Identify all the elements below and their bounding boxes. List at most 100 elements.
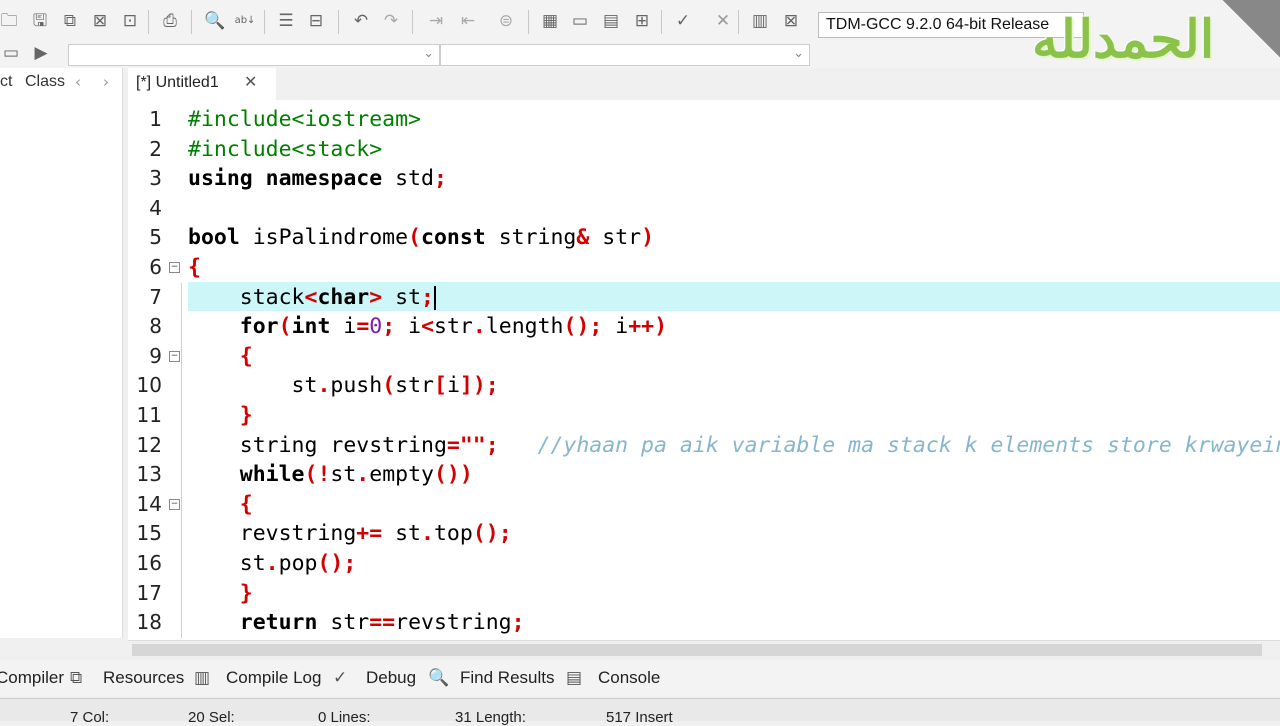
- code-token: str: [589, 225, 642, 251]
- line-number: 5: [149, 225, 162, 250]
- code-line[interactable]: using namespace std;: [188, 164, 447, 193]
- fold-toggle-icon[interactable]: −: [169, 262, 180, 273]
- line-number: 12: [136, 432, 162, 457]
- line-number: 4: [149, 195, 162, 220]
- tab-compiler[interactable]: Compiler: [0, 668, 64, 688]
- debug-icon[interactable]: ⊠: [780, 10, 802, 32]
- code-line[interactable]: st.push(str[i]);: [188, 371, 499, 400]
- line-number: 13: [136, 462, 162, 487]
- code-line[interactable]: {: [188, 342, 253, 371]
- code-token: ]);: [459, 373, 499, 399]
- status-line: 7 Col:: [70, 709, 110, 726]
- code-token: {: [239, 343, 253, 369]
- code-line[interactable]: }: [188, 401, 253, 430]
- undo-icon[interactable]: ↶: [350, 10, 372, 32]
- project-icon[interactable]: ▭: [0, 42, 22, 64]
- code-line[interactable]: st.pop();: [188, 549, 357, 578]
- code-line[interactable]: return str==revstring;: [188, 608, 525, 637]
- code-line[interactable]: #include<stack>: [188, 135, 382, 164]
- line-number: 8: [149, 314, 162, 339]
- code-line[interactable]: string revstring=""; //yhaan pa aik vari…: [188, 431, 1280, 460]
- close-icon[interactable]: ✕: [244, 72, 257, 91]
- line-number: 2: [149, 136, 162, 161]
- tab-debug[interactable]: Debug: [366, 668, 416, 688]
- code-editor[interactable]: 1 #include<iostream> 2 #include<stack> 3 usin…: [128, 100, 1280, 640]
- find-icon[interactable]: 🔍: [204, 10, 226, 32]
- open-icon[interactable]: 🗀: [0, 10, 20, 32]
- code-line[interactable]: for(int i=0; i<str.length(); i++): [188, 312, 667, 341]
- code-line[interactable]: #include<iostream>: [188, 105, 421, 134]
- code-token: str: [317, 610, 370, 636]
- layout3-icon[interactable]: ▤: [600, 10, 622, 32]
- code-token: (!: [304, 462, 331, 488]
- chevron-right-icon[interactable]: ›: [103, 73, 109, 91]
- fold-toggle-icon[interactable]: −: [169, 350, 180, 362]
- code-token: (: [278, 314, 292, 340]
- close-icon[interactable]: ⊠: [89, 10, 111, 32]
- new-class-icon[interactable]: ⇥: [425, 10, 447, 32]
- code-line[interactable]: stack<char> st;: [188, 283, 436, 312]
- code-token: [: [433, 373, 447, 399]
- chevron-down-icon: ⌄: [793, 46, 804, 61]
- bookmark-icon[interactable]: ⇤: [457, 10, 479, 32]
- tab-classes[interactable]: Class: [25, 73, 65, 91]
- code-token: ();: [317, 551, 357, 576]
- tab-resources[interactable]: Resources: [103, 668, 184, 688]
- tab-compile-log[interactable]: Compile Log: [226, 668, 321, 688]
- print-icon[interactable]: ⎙: [159, 10, 181, 32]
- code-line[interactable]: {: [188, 253, 201, 282]
- save-icon[interactable]: 🖫: [29, 10, 51, 32]
- line-number: 9: [149, 343, 162, 368]
- code-token: 0: [369, 314, 383, 340]
- code-token: str: [434, 314, 473, 340]
- indent-icon[interactable]: ☰: [275, 10, 297, 32]
- tab-console[interactable]: Console: [598, 668, 660, 688]
- save-all-icon[interactable]: ⧉: [59, 10, 81, 32]
- unindent-icon[interactable]: ⊟: [305, 10, 327, 32]
- code-token: .: [472, 314, 486, 340]
- goto-icon[interactable]: ⊜: [495, 10, 517, 32]
- compile-log-icon: ▥: [194, 668, 211, 688]
- code-line[interactable]: bool isPalindrome(const string& str): [188, 223, 654, 252]
- code-line[interactable]: }: [188, 579, 253, 608]
- line-number: 18: [136, 610, 162, 635]
- code-line[interactable]: revstring+= st.top();: [188, 519, 512, 548]
- chevron-down-icon: ⌄: [423, 46, 434, 61]
- chart-icon[interactable]: ▥: [749, 10, 771, 32]
- console-icon: ▤: [566, 668, 583, 688]
- run-icon[interactable]: ▶: [30, 42, 52, 64]
- code-token: ();: [472, 521, 512, 547]
- tab-find-results[interactable]: Find Results: [460, 668, 554, 688]
- project-panel: [0, 68, 123, 638]
- close-all-icon[interactable]: ⊡: [119, 10, 141, 32]
- code-token: using namespace: [188, 166, 383, 192]
- code-token: #include<stack>: [188, 136, 383, 162]
- tab-untitled1[interactable]: [*] Untitled1 ✕: [128, 68, 276, 100]
- layout2-icon[interactable]: ▭: [569, 10, 591, 32]
- class-combo[interactable]: ⌄: [68, 44, 440, 66]
- line-number: 6: [149, 255, 162, 279]
- code-token: pop: [278, 551, 318, 576]
- code-token: ): [641, 225, 655, 251]
- redo-icon[interactable]: ↷: [380, 10, 402, 32]
- code-token: return: [239, 610, 318, 636]
- replace-icon[interactable]: ab↓: [234, 10, 256, 32]
- code-line[interactable]: while(!st.empty()): [188, 460, 473, 489]
- code-token: <: [304, 284, 318, 310]
- layout4-icon[interactable]: ⊞: [631, 10, 653, 32]
- line-number: 11: [136, 403, 162, 427]
- check-icon[interactable]: ✓: [672, 10, 694, 32]
- code-line[interactable]: {: [188, 490, 253, 519]
- code-token: .: [421, 521, 434, 547]
- line-number: 16: [136, 551, 162, 575]
- horizontal-scrollbar[interactable]: [128, 640, 1280, 659]
- layout-icon[interactable]: ▦: [539, 10, 561, 32]
- cancel-icon[interactable]: ✕: [712, 10, 734, 32]
- chevron-left-icon[interactable]: ‹: [75, 73, 81, 91]
- code-token: {: [239, 491, 253, 517]
- fold-toggle-icon[interactable]: −: [169, 498, 180, 510]
- tab-project[interactable]: ct: [0, 73, 12, 91]
- scrollbar-thumb[interactable]: [132, 644, 1262, 656]
- member-combo[interactable]: ⌄: [440, 44, 810, 66]
